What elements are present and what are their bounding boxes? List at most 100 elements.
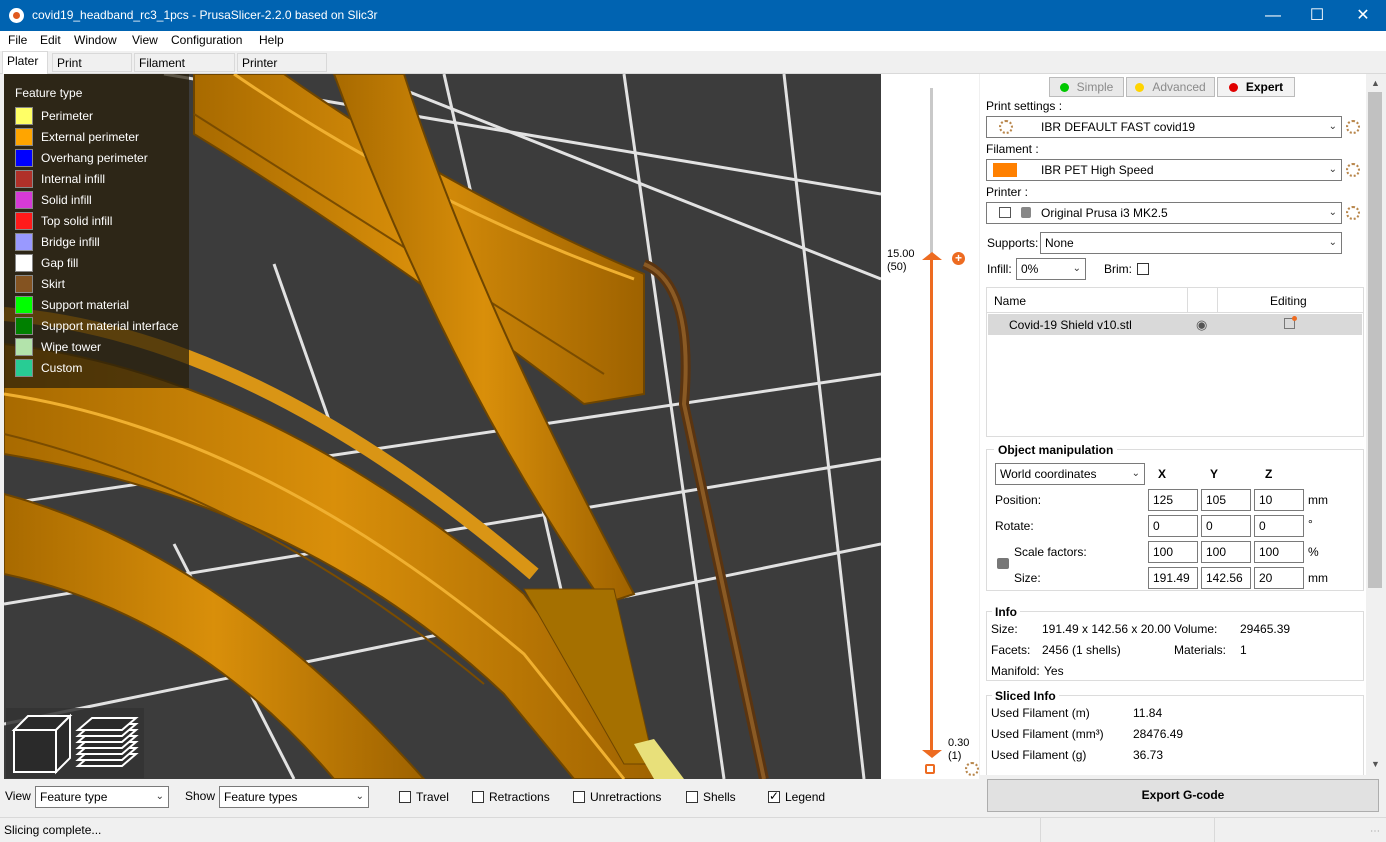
scale-z-input[interactable]: 100 (1254, 541, 1304, 563)
legend-swatch (15, 338, 33, 356)
lock-icon[interactable] (925, 764, 935, 774)
print-settings-gear-icon[interactable] (1346, 120, 1360, 134)
size-y-input[interactable]: 142.56 (1201, 567, 1251, 589)
infill-combo[interactable]: 0% ⌄ (1016, 258, 1086, 280)
legend-swatch (15, 128, 33, 146)
retractions-checkbox[interactable] (472, 791, 484, 803)
menu-window[interactable]: Window (74, 33, 117, 47)
position-z-input[interactable]: 10 (1254, 489, 1304, 511)
eye-icon[interactable]: ◉ (1196, 317, 1207, 333)
coordinate-system-combo[interactable]: World coordinates ⌄ (995, 463, 1145, 485)
minimize-icon[interactable]: — (1250, 0, 1296, 31)
position-unit: mm (1308, 493, 1328, 507)
coordinate-system-value: World coordinates (1000, 467, 1097, 481)
rotate-z-input[interactable]: 0 (1254, 515, 1304, 537)
layers-view-icon[interactable] (75, 717, 139, 767)
menu-view[interactable]: View (132, 33, 158, 47)
layer-slider[interactable]: 15.00 (50) + 0.30 (1) (881, 74, 979, 779)
sidebar: Simple Advanced Expert Print settings : … (980, 74, 1366, 775)
filament-gear-icon[interactable] (1346, 163, 1360, 177)
unretractions-checkbox[interactable] (573, 791, 585, 803)
chevron-down-icon: ⌄ (1328, 237, 1337, 248)
resize-grip-icon[interactable]: ⋯ (1370, 826, 1380, 837)
supports-combo[interactable]: None ⌄ (1040, 232, 1342, 254)
legend-title: Feature type (15, 86, 83, 100)
mode-expert-button[interactable]: Expert (1217, 77, 1295, 97)
col-name: Name (994, 294, 1027, 308)
filament-value: IBR PET High Speed (1041, 163, 1154, 177)
filament-combo[interactable]: IBR PET High Speed ⌄ (986, 159, 1342, 181)
scale-y-input[interactable]: 100 (1201, 541, 1251, 563)
tab-filament-settings[interactable]: Filament Settings (134, 53, 235, 88)
scroll-up-icon[interactable]: ▲ (1371, 78, 1380, 88)
legend-checkbox[interactable] (768, 789, 780, 803)
legend-item: Perimeter (15, 106, 190, 126)
printer-combo[interactable]: Original Prusa i3 MK2.5 ⌄ (986, 202, 1342, 224)
window-title: covid19_headband_rc3_1pcs - PrusaSlicer-… (32, 8, 378, 22)
add-color-change-icon[interactable]: + (952, 252, 965, 265)
show-features-combo[interactable]: Feature types ⌄ (219, 786, 369, 808)
3d-view-icon[interactable] (11, 713, 73, 775)
legend-swatch (15, 170, 33, 188)
sliced-row-label: Used Filament (m) (991, 706, 1090, 720)
size-label: Size: (1014, 571, 1041, 585)
sliced-row-value: 36.73 (1133, 748, 1164, 762)
print-settings-combo[interactable]: IBR DEFAULT FAST covid19 ⌄ (986, 116, 1342, 138)
legend-label: Skirt (41, 277, 65, 291)
menu-help[interactable]: Help (259, 33, 284, 47)
info-materials-value: 1 (1240, 643, 1247, 657)
legend-item: Wipe tower (15, 337, 190, 357)
close-icon[interactable]: ✕ (1340, 0, 1386, 31)
brim-checkbox[interactable] (1137, 263, 1149, 275)
title-bar: covid19_headband_rc3_1pcs - PrusaSlicer-… (0, 0, 1386, 31)
status-text: Slicing complete... (4, 823, 102, 837)
lower-thumb-icon[interactable] (922, 750, 942, 758)
rotate-label: Rotate: (995, 519, 1034, 533)
table-row[interactable]: Covid-19 Shield v10.stl ◉ (988, 314, 1362, 335)
mode-simple-button[interactable]: Simple (1049, 77, 1124, 97)
menu-file[interactable]: File (8, 33, 27, 47)
sidebar-scrollbar[interactable]: ▲ ▼ (1366, 74, 1384, 775)
legend-item: Solid infill (15, 190, 190, 210)
tab-plater[interactable]: Plater (2, 51, 48, 74)
gear-icon[interactable] (965, 762, 979, 776)
printer-gear-icon[interactable] (1346, 206, 1360, 220)
info-size-value: 191.49 x 142.56 x 20.00 (1042, 622, 1171, 636)
supports-label: Supports: (987, 236, 1039, 250)
chevron-down-icon: ⌄ (355, 791, 364, 802)
tab-printer-settings[interactable]: Printer Settings (237, 53, 327, 88)
upper-thumb-icon[interactable] (922, 252, 942, 260)
printer-value: Original Prusa i3 MK2.5 (1041, 206, 1168, 220)
scrollbar-thumb[interactable] (1368, 92, 1382, 588)
rotate-x-input[interactable]: 0 (1148, 515, 1198, 537)
view-type-combo[interactable]: Feature type ⌄ (35, 786, 169, 808)
uniform-scale-lock-icon[interactable] (997, 558, 1009, 569)
menu-edit[interactable]: Edit (40, 33, 61, 47)
maximize-icon[interactable]: ☐ (1294, 0, 1340, 31)
chevron-down-icon: ⌄ (155, 791, 164, 802)
legend-item: Internal infill (15, 169, 190, 189)
tab-print-settings[interactable]: Print Settings (52, 53, 132, 88)
info-title: Info (992, 605, 1020, 619)
travel-checkbox[interactable] (399, 791, 411, 803)
scale-x-input[interactable]: 100 (1148, 541, 1198, 563)
tab-bar: Plater Print Settings Filament Settings … (0, 51, 1386, 88)
position-x-input[interactable]: 125 (1148, 489, 1198, 511)
legend-label: Bridge infill (41, 235, 100, 249)
menu-configuration[interactable]: Configuration (171, 33, 242, 47)
size-x-input[interactable]: 191.49 (1148, 567, 1198, 589)
legend-item: Overhang perimeter (15, 148, 190, 168)
object-list[interactable]: Name Editing Covid-19 Shield v10.stl ◉ (986, 287, 1364, 437)
mode-advanced-button[interactable]: Advanced (1126, 77, 1215, 97)
print-settings-value: IBR DEFAULT FAST covid19 (1041, 120, 1196, 134)
shells-checkbox[interactable] (686, 791, 698, 803)
rotate-y-input[interactable]: 0 (1201, 515, 1251, 537)
legend-swatch (15, 191, 33, 209)
infill-label: Infill: (987, 262, 1012, 276)
size-z-input[interactable]: 20 (1254, 567, 1304, 589)
scroll-down-icon[interactable]: ▼ (1371, 759, 1380, 769)
export-gcode-button[interactable]: Export G-code (987, 779, 1379, 812)
position-y-input[interactable]: 105 (1201, 489, 1251, 511)
info-facets-label: Facets: (991, 643, 1031, 657)
view-label: View (5, 789, 31, 803)
